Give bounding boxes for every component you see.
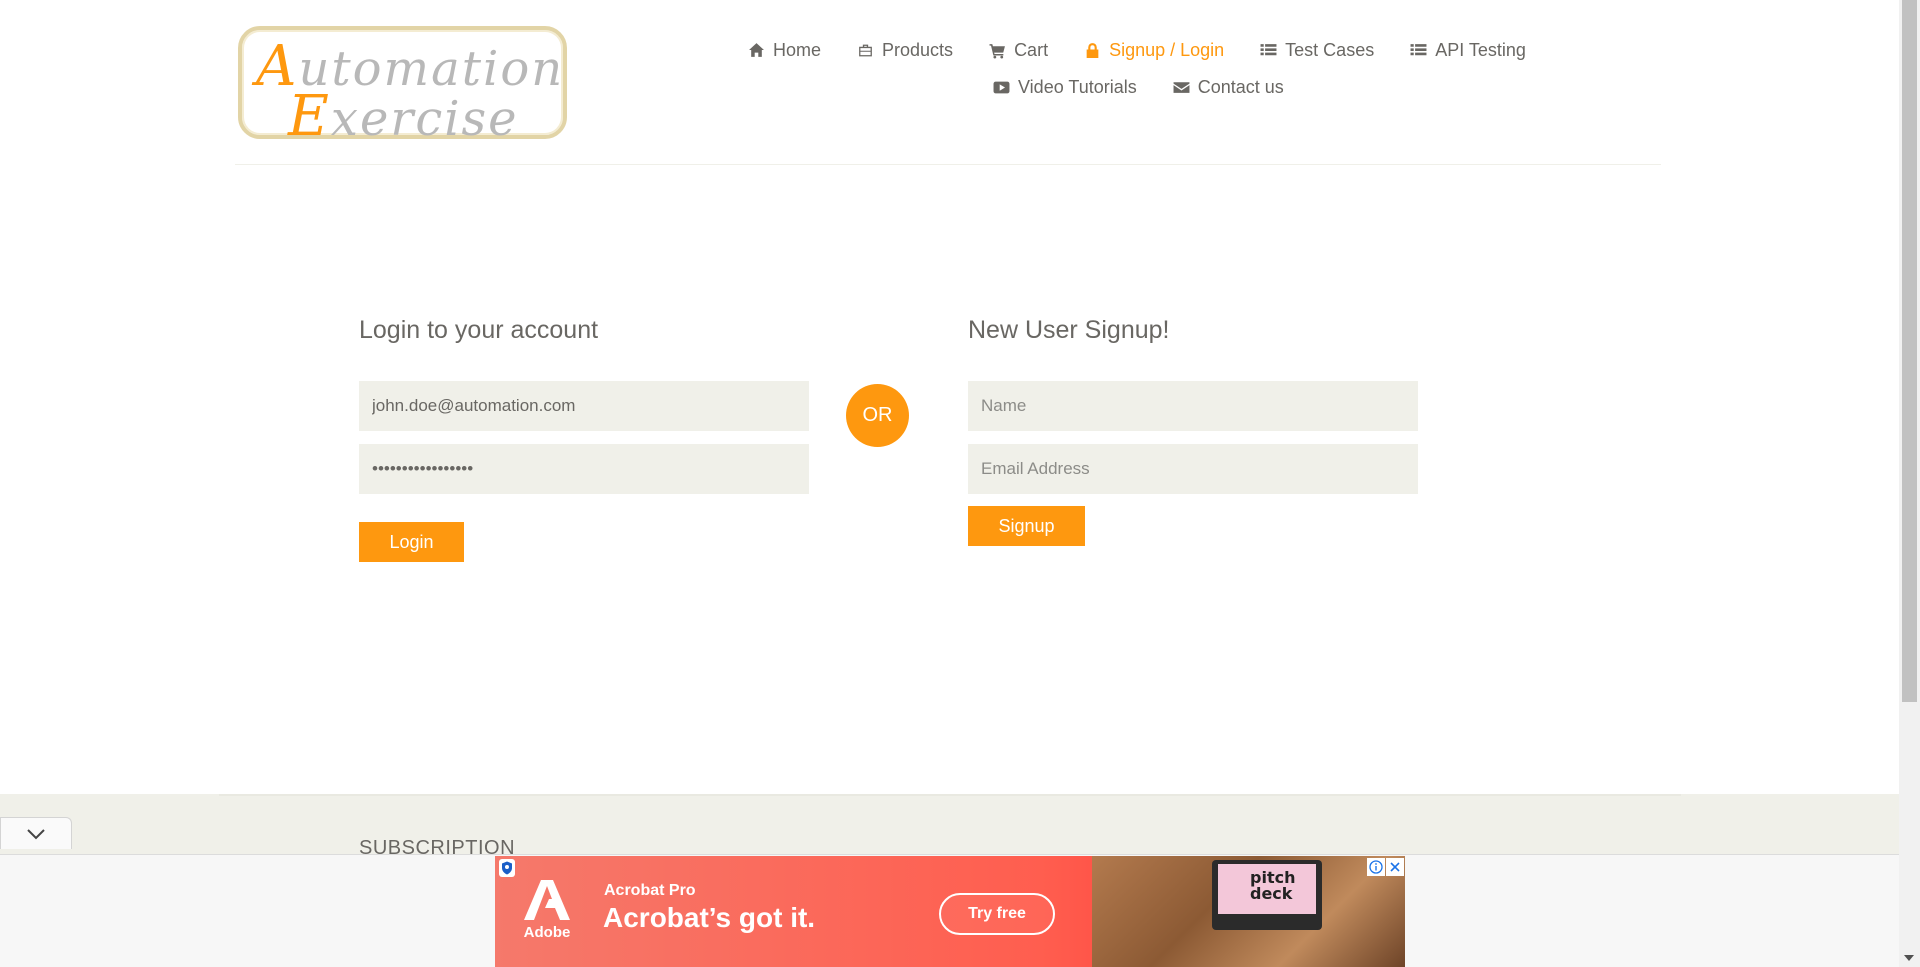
adobe-a-icon xyxy=(524,880,570,920)
scrollbar-thumb[interactable] xyxy=(1902,0,1917,702)
page-scrollbar[interactable] xyxy=(1899,0,1920,967)
ad-photo: pitch deck xyxy=(1092,856,1405,967)
ad-headline: Acrobat’s got it. xyxy=(603,902,816,933)
nav-video-tutorials[interactable]: Video Tutorials xyxy=(993,74,1137,100)
login-email-field[interactable] xyxy=(359,381,809,431)
login-password-field[interactable] xyxy=(359,444,809,494)
main-nav-row-2: Video Tutorials Contact us xyxy=(993,74,1284,100)
nav-test-cases[interactable]: Test Cases xyxy=(1260,37,1374,63)
nav-home[interactable]: Home xyxy=(748,37,821,63)
chevron-down-icon xyxy=(27,828,45,839)
scroll-down-arrow-icon[interactable] xyxy=(1904,955,1914,961)
main-nav: Home Products Cart Signup / Login Test C… xyxy=(748,37,1526,63)
nav-contact-us-label: Contact us xyxy=(1197,76,1284,97)
login-title: Login to your account xyxy=(359,316,599,344)
youtube-play-icon xyxy=(993,81,1010,93)
signup-title: New User Signup! xyxy=(968,316,1170,344)
ad-collapse-button[interactable] xyxy=(0,817,72,849)
nav-products[interactable]: Products xyxy=(857,37,953,63)
lock-icon xyxy=(1086,42,1099,58)
ad-product-name: Acrobat Pro xyxy=(604,882,696,899)
nav-contact-us[interactable]: Contact us xyxy=(1173,74,1284,100)
ad-close-icon[interactable] xyxy=(1386,858,1404,876)
ad-cta-button[interactable]: Try free xyxy=(939,893,1055,935)
or-divider-badge: OR xyxy=(846,384,909,447)
signup-email-field[interactable] xyxy=(968,444,1418,494)
nav-cart-label: Cart xyxy=(1014,39,1049,60)
site-logo[interactable]: Automation Exercise xyxy=(238,26,567,145)
cart-icon xyxy=(989,43,1005,58)
signup-name-field[interactable] xyxy=(968,381,1418,431)
nav-api-testing[interactable]: API Testing xyxy=(1410,37,1526,63)
list-icon xyxy=(1260,43,1277,55)
nav-signup-login-label: Signup / Login xyxy=(1109,39,1225,60)
nav-video-tutorials-label: Video Tutorials xyxy=(1018,76,1137,97)
login-button[interactable]: Login xyxy=(359,522,464,562)
ad-shield-icon[interactable] xyxy=(499,859,515,877)
header-divider xyxy=(235,164,1661,165)
footer-divider xyxy=(219,794,1681,796)
signup-button[interactable]: Signup xyxy=(968,506,1085,546)
nav-test-cases-label: Test Cases xyxy=(1285,39,1375,60)
nav-signup-login[interactable]: Signup / Login xyxy=(1084,37,1224,63)
ad-banner[interactable]: Adobe Acrobat Pro Acrobat’s got it. Try … xyxy=(495,856,1405,967)
envelope-icon xyxy=(1173,81,1190,93)
briefcase-icon xyxy=(859,44,872,56)
home-icon xyxy=(749,42,764,57)
nav-products-label: Products xyxy=(882,39,954,60)
nav-api-testing-label: API Testing xyxy=(1435,39,1526,60)
nav-cart[interactable]: Cart xyxy=(989,37,1048,63)
ad-info-icon[interactable] xyxy=(1367,858,1385,876)
nav-home-label: Home xyxy=(773,39,822,60)
logo-line-2: Exercise xyxy=(288,84,519,149)
ad-laptop-image: pitch deck xyxy=(1212,860,1322,930)
ad-laptop-screen: pitch deck xyxy=(1218,864,1316,914)
list-icon xyxy=(1410,43,1427,55)
adobe-logo: Adobe xyxy=(519,880,575,950)
ad-brand: Adobe xyxy=(523,924,571,941)
